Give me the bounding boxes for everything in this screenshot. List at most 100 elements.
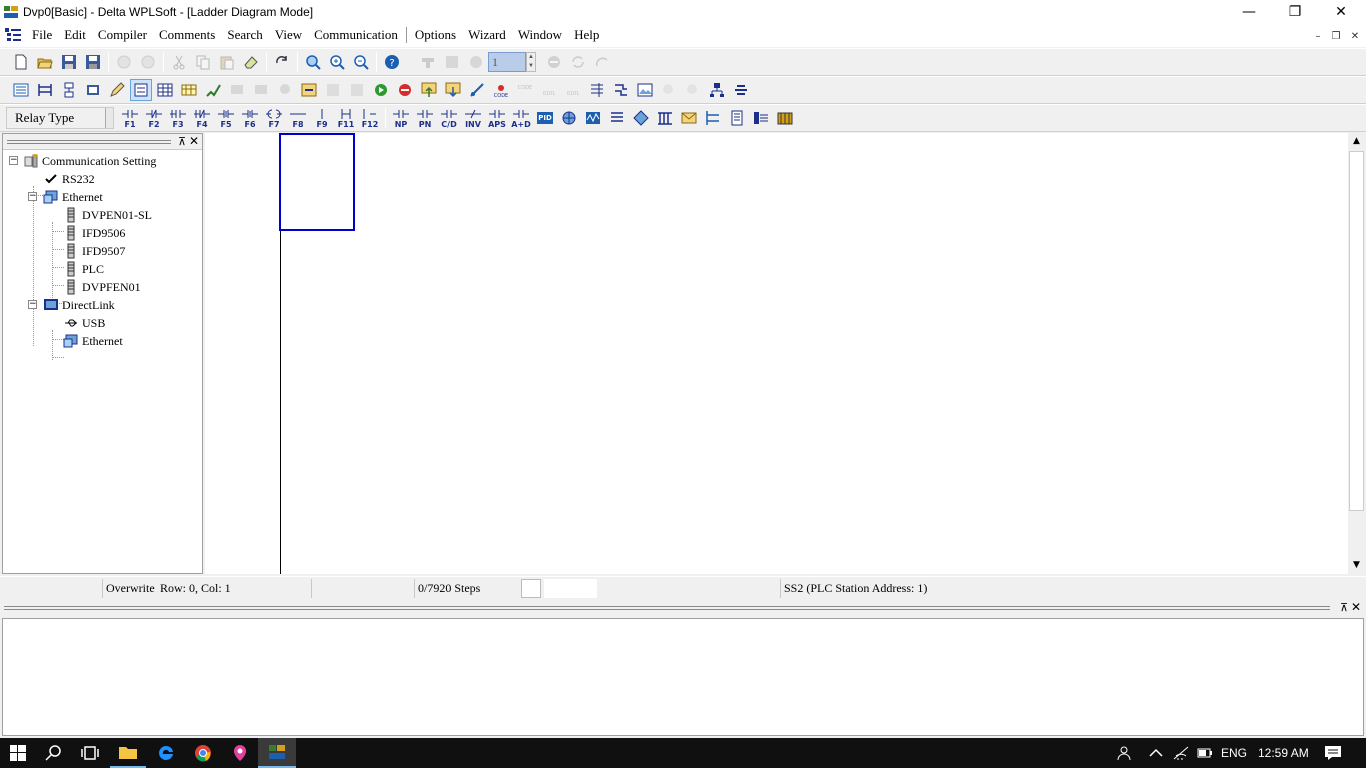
align-icon[interactable] [586, 79, 608, 101]
people-icon[interactable] [1116, 738, 1134, 768]
connect-icon[interactable] [466, 79, 488, 101]
comment-mode-icon[interactable] [82, 79, 104, 101]
mdi-close-button[interactable]: ✕ [1348, 29, 1362, 43]
menu-edit[interactable]: Edit [58, 27, 92, 43]
edge-button[interactable] [148, 738, 184, 768]
position-wizard-icon[interactable] [630, 107, 652, 129]
copy-icon[interactable] [192, 51, 214, 73]
restore-button[interactable]: ❐ [1272, 0, 1318, 23]
paste-icon[interactable] [216, 51, 238, 73]
redo-icon[interactable] [137, 51, 159, 73]
pin-icon[interactable]: ⊼ [1340, 601, 1348, 614]
tree-collapse-root[interactable]: − [9, 156, 18, 165]
zoom-out-icon[interactable] [350, 51, 372, 73]
f7-coil-button[interactable]: F7 [262, 107, 286, 129]
sync-icon[interactable] [567, 51, 589, 73]
monitor-icon[interactable] [441, 51, 463, 73]
ladder-mode-icon[interactable] [34, 79, 56, 101]
start-button[interactable] [0, 738, 36, 768]
pn-button[interactable]: PN [413, 107, 437, 129]
a-plus-d-button[interactable]: A+D [509, 107, 533, 129]
station-spin-input[interactable]: 1 [488, 52, 526, 72]
menu-file[interactable]: File [26, 27, 58, 43]
f2-contact-nc-button[interactable]: F2 [142, 107, 166, 129]
mail-icon[interactable] [678, 107, 700, 129]
edit-mode-icon[interactable] [106, 79, 128, 101]
run-icon[interactable] [370, 79, 392, 101]
wplsoft-taskbar-button[interactable] [258, 738, 296, 768]
f4-series-nc-button[interactable]: F4 [190, 107, 214, 129]
eraser-icon[interactable] [240, 51, 262, 73]
zoom-icon[interactable] [302, 51, 324, 73]
menu-view[interactable]: View [269, 27, 308, 43]
download-icon[interactable] [442, 79, 464, 101]
tree-collapse-directlink[interactable]: − [28, 300, 37, 309]
list-wizard-icon[interactable] [606, 107, 628, 129]
tree-node-ifd9507[interactable]: IFD9507 [63, 242, 125, 260]
language-indicator[interactable]: ENG [1221, 738, 1247, 768]
ladder-diagram-canvas[interactable] [205, 133, 1348, 574]
scroll-thumb[interactable] [1349, 151, 1364, 511]
tree-node-usb[interactable]: USB [63, 314, 105, 332]
f9-vertical-line-button[interactable]: F9 [310, 107, 334, 129]
menu-help[interactable]: Help [568, 27, 605, 43]
f3-series-no-button[interactable]: F3 [166, 107, 190, 129]
panel-grip[interactable] [4, 606, 1330, 610]
f8-horizontal-line-button[interactable]: F8 [286, 107, 310, 129]
transfer-icon[interactable] [298, 79, 320, 101]
network-icon[interactable] [706, 79, 728, 101]
mdi-minimize-button[interactable]: – [1311, 29, 1325, 43]
menu-wizard[interactable]: Wizard [462, 27, 512, 43]
tree-node-ethernet[interactable]: Ethernet [43, 188, 103, 206]
f6-falling-edge-button[interactable]: F6 [238, 107, 262, 129]
device-comment-icon[interactable] [130, 79, 152, 101]
menu-window[interactable]: Window [512, 27, 568, 43]
book-icon[interactable] [726, 107, 748, 129]
stop-plc-icon[interactable] [543, 51, 565, 73]
menu-compiler[interactable]: Compiler [92, 27, 153, 43]
ladder-view-icon[interactable] [610, 79, 632, 101]
close-button[interactable]: ✕ [1318, 0, 1364, 23]
f11-application-button[interactable]: F11 [334, 107, 358, 129]
np-button[interactable]: NP [389, 107, 413, 129]
monitor-stop-icon[interactable] [417, 51, 439, 73]
scroll-down-button[interactable]: ▼ [1348, 557, 1365, 574]
network-wizard-icon[interactable] [558, 107, 580, 129]
grey-box2-icon[interactable] [346, 79, 368, 101]
refresh-icon[interactable] [271, 51, 293, 73]
check-icon[interactable] [202, 79, 224, 101]
new-file-icon[interactable] [10, 51, 32, 73]
device-table-icon[interactable] [154, 79, 176, 101]
close-icon[interactable]: ✕ [189, 134, 199, 148]
battery-icon[interactable] [1197, 738, 1213, 768]
search-grey2-icon[interactable] [682, 79, 704, 101]
search-button[interactable] [36, 738, 72, 768]
tree-collapse-ethernet[interactable]: − [28, 192, 37, 201]
pin-icon[interactable]: ⊼ [178, 135, 186, 148]
code-disabled-icon[interactable]: CODE [514, 79, 536, 101]
tree-node-ifd9506[interactable]: IFD9506 [63, 224, 125, 242]
tree-node-dvpfen01[interactable]: DVPFEN01 [63, 278, 141, 296]
ladder-cursor[interactable] [279, 133, 355, 231]
maps-button[interactable] [222, 738, 258, 768]
panel-grip[interactable] [7, 140, 171, 144]
tree-node-rs232[interactable]: RS232 [43, 170, 95, 188]
output-panel-body[interactable] [2, 618, 1364, 736]
mdi-document-icon[interactable] [0, 25, 26, 45]
code-icon[interactable]: CODE [490, 79, 512, 101]
split-icon[interactable] [702, 107, 724, 129]
save-icon[interactable] [58, 51, 80, 73]
undo-icon[interactable] [113, 51, 135, 73]
wifi-icon[interactable] [1173, 738, 1189, 768]
station-spin-buttons[interactable]: ▲ ▼ [526, 52, 536, 72]
monitor-device-icon[interactable] [226, 79, 248, 101]
io-map-icon[interactable] [750, 107, 772, 129]
file-explorer-button[interactable] [110, 738, 146, 768]
bits-icon[interactable]: 0101 [538, 79, 560, 101]
close-icon[interactable]: ✕ [1351, 600, 1361, 614]
aps-button[interactable]: APS [485, 107, 509, 129]
cut-icon[interactable] [168, 51, 190, 73]
tree-node-plc[interactable]: PLC [63, 260, 104, 278]
zoom-in-icon[interactable] [326, 51, 348, 73]
memory-table-icon[interactable] [178, 79, 200, 101]
